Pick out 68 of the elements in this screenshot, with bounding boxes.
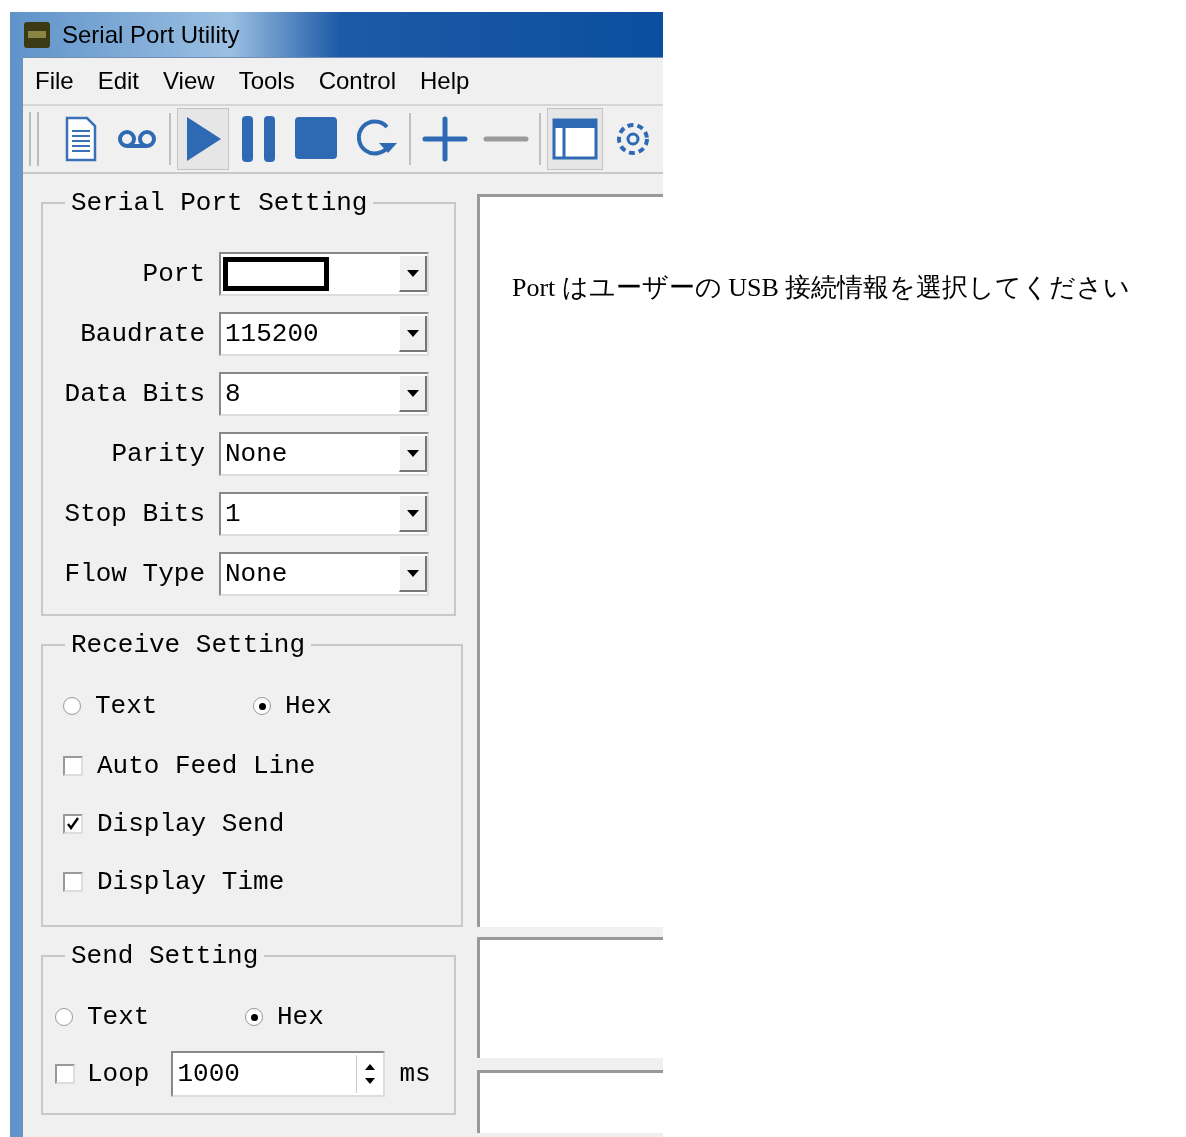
radio-option[interactable]: Text bbox=[63, 691, 253, 721]
annotation-text: Port はユーザーの USB 接続情報を選択してください bbox=[512, 272, 1131, 304]
toolbar-grip[interactable] bbox=[29, 112, 39, 166]
field-label: Data Bits bbox=[63, 379, 206, 409]
checkbox[interactable] bbox=[63, 814, 83, 834]
play-button[interactable] bbox=[177, 108, 229, 170]
dropdown-button[interactable] bbox=[399, 556, 427, 592]
group-title: Serial Port Setting bbox=[70, 188, 369, 218]
checkbox[interactable] bbox=[63, 872, 83, 892]
app-icon bbox=[24, 21, 50, 48]
caret-icon bbox=[406, 329, 419, 337]
radio-option[interactable]: Hex bbox=[253, 691, 443, 721]
group-title: Receive Setting bbox=[70, 630, 307, 660]
spin-up-icon[interactable] bbox=[365, 1064, 376, 1070]
interval-field[interactable]: 1000 bbox=[171, 1051, 386, 1097]
unit-label: ms bbox=[399, 1059, 431, 1089]
field-label: Parity bbox=[110, 439, 206, 469]
field-label: Baudrate bbox=[79, 319, 206, 349]
dropdown-field[interactable]: 1 bbox=[219, 492, 429, 536]
input-field[interactable] bbox=[477, 1070, 663, 1133]
field-label: Stop Bits bbox=[63, 499, 206, 529]
window-title: Serial Port Utility bbox=[62, 20, 240, 49]
caret-icon bbox=[406, 449, 419, 457]
option-label: Hex bbox=[277, 1002, 324, 1032]
menu-item[interactable]: Control bbox=[318, 67, 397, 95]
plus-icon bbox=[421, 115, 469, 163]
option-label: Text bbox=[87, 1002, 150, 1032]
option-label: Loop bbox=[87, 1059, 150, 1089]
field-label: Flow Type bbox=[63, 559, 206, 589]
dropdown-button[interactable] bbox=[399, 256, 427, 292]
dropdown-button[interactable] bbox=[399, 376, 427, 412]
radio-option[interactable]: Hex bbox=[245, 1002, 435, 1032]
minus-icon bbox=[483, 136, 529, 142]
option-label: Display Time bbox=[97, 867, 285, 897]
dropdown-field[interactable] bbox=[219, 252, 429, 296]
send-text-area[interactable] bbox=[477, 937, 663, 1058]
checkbox[interactable] bbox=[55, 1064, 75, 1084]
radio-option[interactable]: Text bbox=[55, 1002, 245, 1032]
spin-down-icon[interactable] bbox=[365, 1078, 376, 1084]
window-button[interactable] bbox=[547, 108, 603, 170]
field-label: Port bbox=[141, 259, 206, 289]
option-label: Text bbox=[95, 691, 158, 721]
menu-item[interactable]: View bbox=[163, 67, 215, 95]
caret-icon bbox=[406, 509, 419, 517]
dropdown-field[interactable]: None bbox=[219, 432, 429, 476]
dropdown-button[interactable] bbox=[399, 316, 427, 352]
window-icon bbox=[551, 117, 599, 161]
option-label: Hex bbox=[285, 691, 332, 721]
radio-button[interactable] bbox=[253, 697, 271, 715]
group-title: Send Setting bbox=[70, 941, 260, 971]
radio-button[interactable] bbox=[55, 1008, 73, 1026]
radio-button[interactable] bbox=[245, 1008, 263, 1026]
dropdown-field[interactable]: 8 bbox=[219, 372, 429, 416]
dropdown-field[interactable]: 115200 bbox=[219, 312, 429, 356]
menu-item[interactable]: File bbox=[35, 67, 74, 95]
menu-item[interactable]: Tools bbox=[238, 67, 295, 95]
option-label: Auto Feed Line bbox=[97, 751, 316, 781]
menu-item[interactable]: Help bbox=[420, 67, 470, 95]
menu-item[interactable]: Edit bbox=[97, 67, 140, 95]
radio-button[interactable] bbox=[63, 697, 81, 715]
caret-icon bbox=[406, 389, 419, 397]
dropdown-field[interactable]: None bbox=[219, 552, 429, 596]
option-label: Display Send bbox=[97, 809, 285, 839]
dropdown-button[interactable] bbox=[399, 496, 427, 532]
dropdown-button[interactable] bbox=[399, 436, 427, 472]
caret-icon bbox=[406, 569, 419, 577]
checkbox[interactable] bbox=[63, 756, 83, 776]
caret-icon bbox=[406, 269, 419, 277]
